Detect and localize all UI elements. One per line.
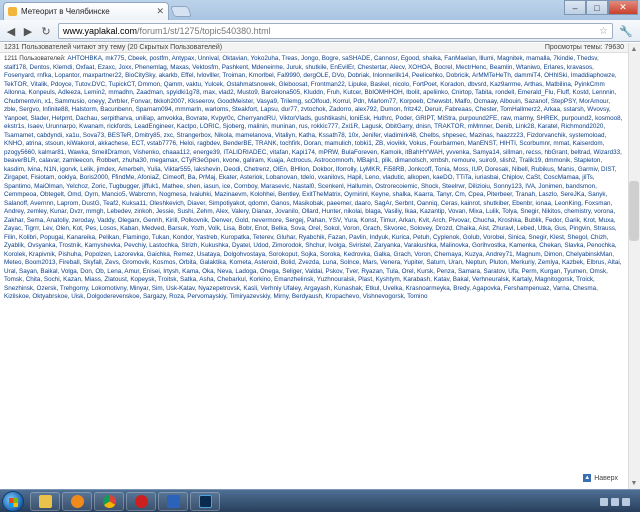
back-to-top-label: Наверх xyxy=(594,474,618,482)
bookmark-star-icon[interactable]: ☆ xyxy=(599,26,608,37)
tab-title: Метеорит в Челябинске xyxy=(21,7,110,16)
tray-icons xyxy=(600,497,630,506)
taskbar-chrome[interactable] xyxy=(94,492,124,511)
window-controls: – □ ✕ xyxy=(564,0,638,15)
reload-icon[interactable]: ↻ xyxy=(38,23,54,39)
close-window-button[interactable]: ✕ xyxy=(608,0,638,15)
url-host: www.yaplakal.com xyxy=(63,26,138,36)
browser-titlebar: Метеорит в Челябинске ✕ – □ ✕ xyxy=(0,0,640,20)
scroll-down-arrow-icon[interactable]: ▼ xyxy=(628,477,640,489)
scroll-up-arrow-icon[interactable]: ▲ xyxy=(628,43,640,55)
online-users-list: 1211 Пользователей: AHTOHBKA, mk775, Cbe… xyxy=(4,55,624,485)
taskbar-app[interactable] xyxy=(158,492,188,511)
maximize-button[interactable]: □ xyxy=(586,0,608,15)
arrow-up-icon: ▲ xyxy=(583,474,592,482)
page-scrollbar[interactable]: ▲ ▼ xyxy=(628,43,640,489)
chrome-icon xyxy=(102,495,116,508)
online-users-header: 1211 Пользователей: xyxy=(4,55,66,62)
readers-count-text: 1231 Пользователей читают эту тему (20 С… xyxy=(4,44,223,51)
taskbar-opera[interactable] xyxy=(126,492,156,511)
tab-close-icon[interactable]: ✕ xyxy=(156,6,164,17)
browser-toolbar: ◀ ▶ ↻ www.yaplakal.com/forum1/st/1275/to… xyxy=(0,20,640,42)
photoshop-icon xyxy=(198,495,212,508)
volume-icon[interactable] xyxy=(611,497,619,506)
site-favicon-icon xyxy=(8,7,17,16)
scroll-thumb[interactable] xyxy=(629,181,639,241)
minimize-button[interactable]: – xyxy=(564,0,586,15)
address-bar[interactable]: www.yaplakal.com/forum1/st/1275/topic540… xyxy=(58,23,613,39)
flag-icon[interactable] xyxy=(622,497,630,506)
app-icon xyxy=(166,495,180,508)
url-path: /forum1/st/1275/topic540380.html xyxy=(137,26,271,36)
taskbar-photoshop[interactable] xyxy=(190,492,220,511)
browser-tab[interactable]: Метеорит в Челябинске ✕ xyxy=(3,2,169,20)
network-icon[interactable] xyxy=(600,497,608,506)
media-player-icon xyxy=(70,495,84,508)
windows-taskbar xyxy=(0,489,640,512)
taskbar-media[interactable] xyxy=(62,492,92,511)
topic-stats-bar: 1231 Пользователей читают эту тему (20 С… xyxy=(0,43,628,53)
back-to-top-link[interactable]: ▲ Наверх xyxy=(583,474,618,482)
opera-icon xyxy=(134,495,148,508)
online-users-names[interactable]: AHTOHBKA, mk775, Cbeek, postfm, Antypax,… xyxy=(4,55,622,300)
system-tray xyxy=(600,492,636,511)
windows-logo-icon xyxy=(9,498,18,507)
views-count-text: Просмотры темы: 79630 xyxy=(544,44,624,51)
folder-icon xyxy=(38,495,52,508)
back-arrow-icon[interactable]: ◀ xyxy=(3,23,19,39)
page-content: 1231 Пользователей читают эту тему (20 С… xyxy=(0,43,640,489)
taskbar-explorer[interactable] xyxy=(30,492,60,511)
wrench-menu-icon[interactable]: 🔧 xyxy=(618,23,634,39)
start-button[interactable] xyxy=(2,491,24,512)
new-tab-button[interactable] xyxy=(169,6,193,17)
forward-arrow-icon[interactable]: ▶ xyxy=(20,23,36,39)
